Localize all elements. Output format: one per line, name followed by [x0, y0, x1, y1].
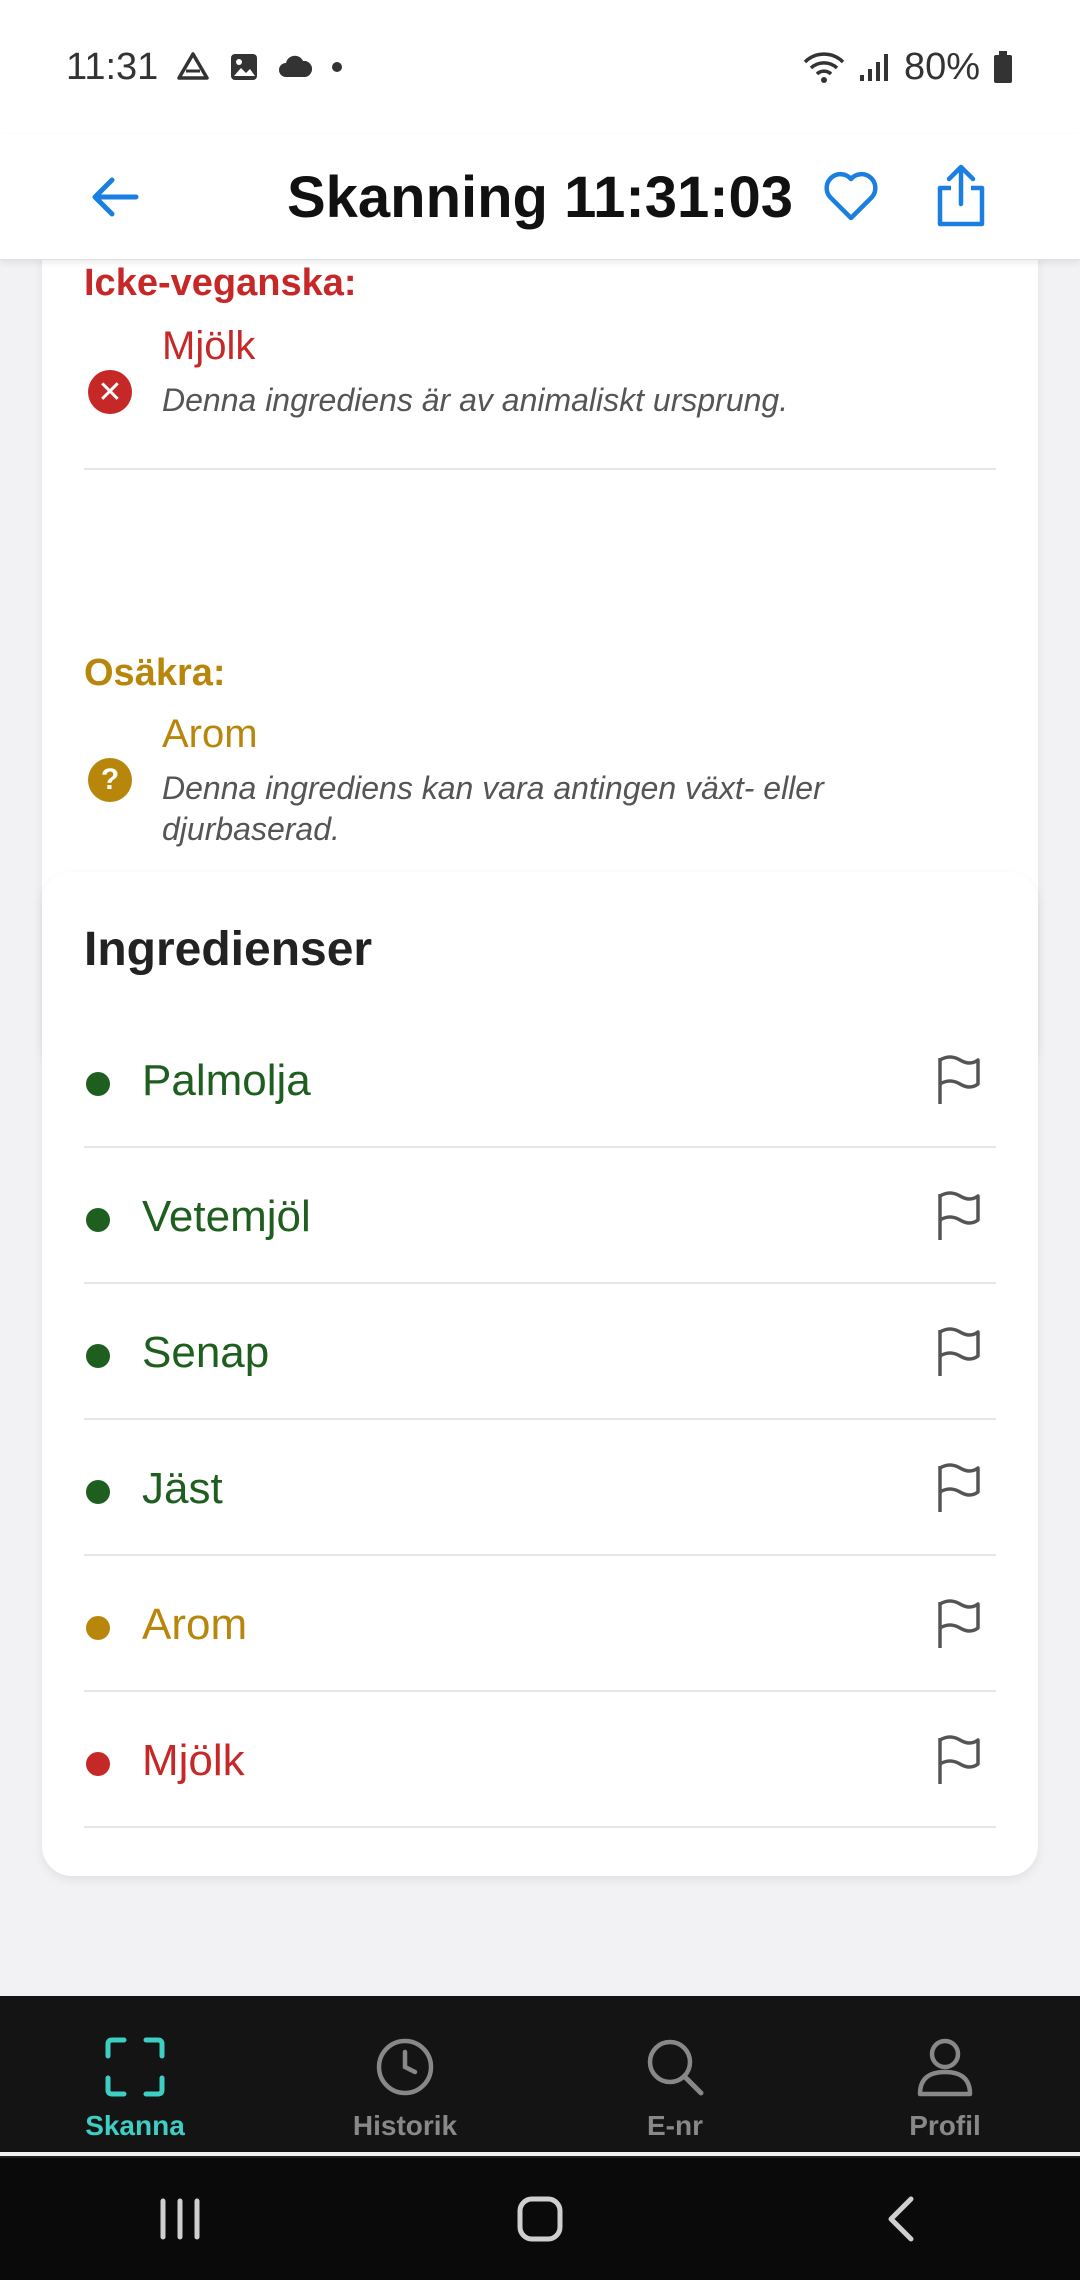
scan-icon	[105, 2037, 165, 2097]
ingredient-name: Palmolja	[142, 1056, 311, 1105]
ingredients-card: Ingredienser Palmolja Vetemjöl Senap Jäs…	[42, 872, 1038, 1876]
ingredient-row[interactable]: Mjölk	[84, 1692, 996, 1828]
status-bar: 11:31 80%	[0, 0, 1080, 134]
arrow-left-icon	[92, 177, 139, 217]
ingredient-row[interactable]: Arom	[84, 1556, 996, 1692]
search-icon	[647, 2039, 704, 2096]
flag-icon[interactable]	[934, 1054, 984, 1106]
recents-button[interactable]	[135, 2179, 225, 2259]
nav-item-skanna[interactable]: Skanna	[0, 1996, 270, 2152]
nav-label: Skanna	[85, 2110, 185, 2141]
nonvegan-status-dot	[86, 1752, 110, 1776]
finding-name: Arom	[162, 712, 258, 756]
app-header: Skanning 11:31:03	[0, 134, 1080, 260]
battery-icon	[992, 50, 1014, 84]
flag-icon[interactable]	[934, 1462, 984, 1514]
vegan-status-dot	[86, 1072, 110, 1096]
user-icon	[917, 2038, 973, 2097]
divider	[84, 468, 996, 470]
main-content[interactable]: Icke-veganska: ✕ Mjölk Denna ingrediens …	[0, 260, 1080, 1996]
ingredient-row[interactable]: Jäst	[84, 1420, 996, 1556]
flag-icon[interactable]	[934, 1190, 984, 1242]
nav-label: E-nr	[647, 2110, 703, 2141]
nav-label: Profil	[909, 2110, 981, 2141]
uncertain-status-dot	[86, 1616, 110, 1640]
drive-icon	[176, 51, 210, 83]
ingredient-row[interactable]: Vetemjöl	[84, 1148, 996, 1284]
share-button[interactable]	[926, 156, 996, 236]
vegan-status-dot	[86, 1344, 110, 1368]
status-time: 11:31	[66, 45, 159, 88]
back-icon	[888, 2196, 914, 2242]
ingredient-name: Senap	[142, 1328, 270, 1377]
uncertain-item: ? Arom Denna ingrediens kan vara antinge…	[84, 712, 996, 862]
recents-icon	[160, 2198, 200, 2240]
flag-icon[interactable]	[934, 1598, 984, 1650]
flag-icon[interactable]	[934, 1734, 984, 1786]
question-circle-icon: ?	[88, 758, 132, 802]
ingredient-name: Jäst	[142, 1464, 223, 1513]
ingredients-title: Ingredienser	[84, 923, 373, 976]
cloud-icon	[278, 53, 313, 81]
favorite-button[interactable]	[816, 158, 886, 234]
ingredient-row[interactable]: Palmolja	[84, 1012, 996, 1148]
nonvegan-label: Icke-veganska:	[84, 262, 357, 304]
home-button[interactable]	[495, 2179, 585, 2259]
nav-item-historik[interactable]: Historik	[270, 1996, 540, 2152]
signal-icon	[858, 51, 892, 83]
finding-description: Denna ingrediens kan vara antingen växt-…	[162, 770, 824, 847]
flag-icon[interactable]	[934, 1326, 984, 1378]
nonvegan-item: ✕ Mjölk Denna ingrediens är av animalisk…	[84, 324, 996, 454]
vegan-status-dot	[86, 1480, 110, 1504]
finding-description: Denna ingrediens är av animaliskt urspru…	[162, 382, 789, 418]
wifi-icon	[802, 50, 846, 84]
ingredient-name: Vetemjöl	[142, 1192, 311, 1241]
page-title: Skanning 11:31:03	[286, 164, 794, 230]
dot-icon	[330, 60, 344, 74]
ingredient-name: Mjölk	[142, 1736, 245, 1785]
ingredient-row[interactable]: Senap	[84, 1284, 996, 1420]
clock-icon	[376, 2038, 434, 2096]
ingredient-name: Arom	[142, 1600, 248, 1649]
finding-name: Mjölk	[162, 324, 256, 368]
nav-label: Historik	[352, 2110, 458, 2141]
system-navigation-bar	[0, 2156, 1080, 2280]
battery-percentage: 80%	[903, 45, 980, 88]
x-circle-icon: ✕	[88, 370, 132, 414]
home-icon	[517, 2196, 563, 2242]
back-nav-button[interactable]	[855, 2179, 945, 2259]
vegan-status-dot	[86, 1208, 110, 1232]
share-icon	[937, 164, 985, 227]
gallery-icon	[228, 51, 260, 83]
nav-item-profil[interactable]: Profil	[810, 1996, 1080, 2152]
heart-icon	[824, 171, 878, 221]
back-button[interactable]	[82, 162, 148, 232]
bottom-navigation: Skanna Historik E-nr Profil	[0, 1996, 1080, 2152]
nav-item-e-nr[interactable]: E-nr	[540, 1996, 810, 2152]
uncertain-label: Osäkra:	[84, 652, 226, 694]
